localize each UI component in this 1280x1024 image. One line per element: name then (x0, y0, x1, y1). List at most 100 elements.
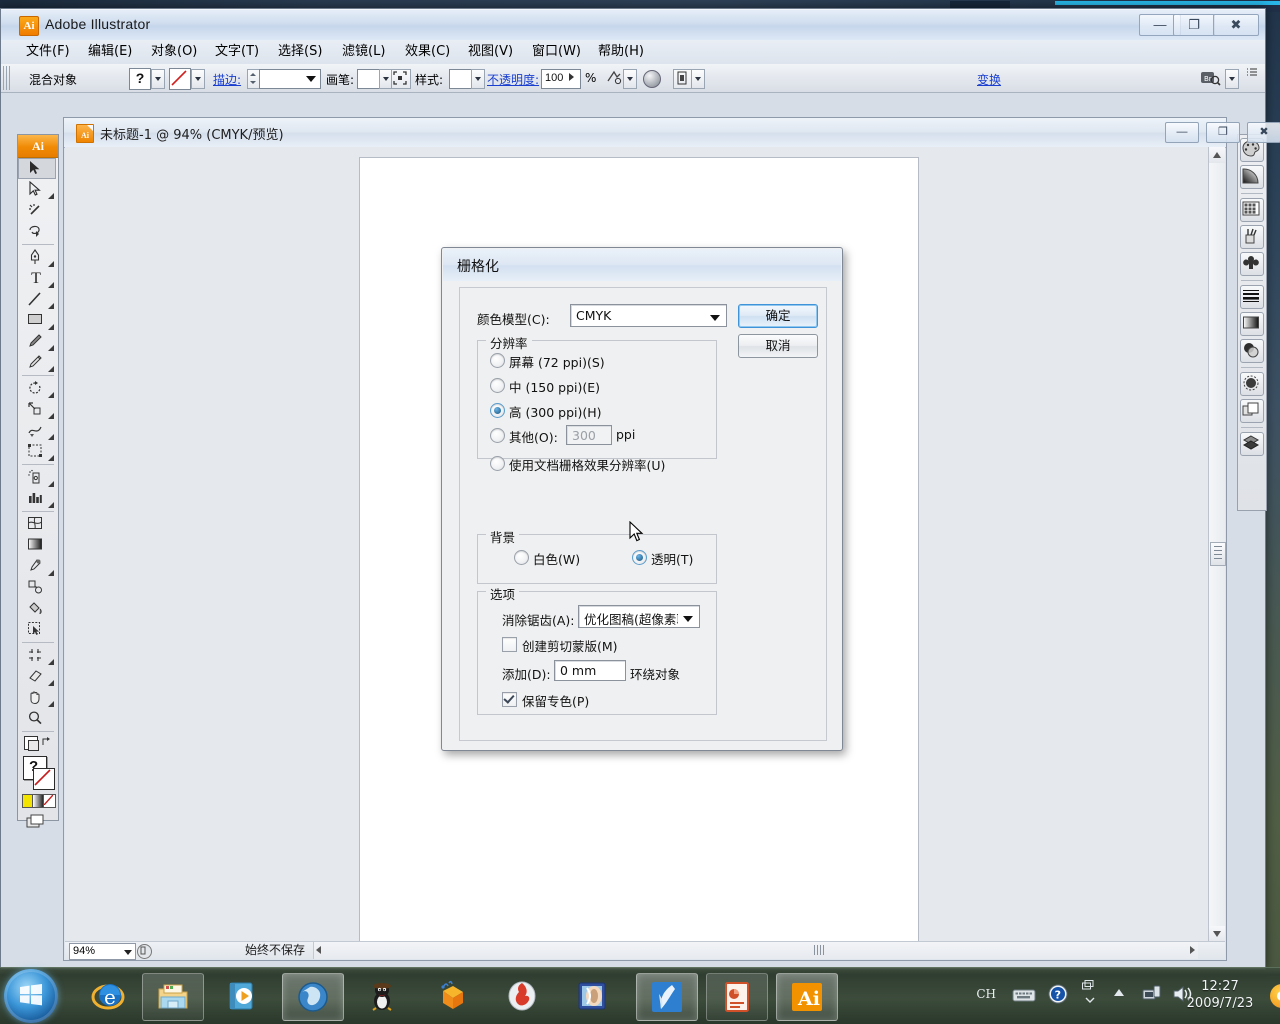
menu-object[interactable]: 对象(O) (146, 43, 202, 61)
ime-indicator[interactable]: CH (976, 987, 996, 1001)
network-icon[interactable] (1142, 985, 1162, 1003)
fill-swatch[interactable]: ? (129, 68, 151, 90)
blend-tool[interactable] (18, 577, 56, 598)
rotate-tool[interactable] (18, 378, 56, 399)
burner-task[interactable] (492, 973, 552, 1019)
horizontal-scroll-thumb[interactable] (814, 945, 828, 955)
screen-mode-icon[interactable] (26, 814, 50, 832)
color-model-combobox[interactable]: CMYK (570, 304, 727, 327)
control-bar-grip[interactable] (3, 66, 12, 90)
default-fill-stroke-icon-2[interactable] (28, 740, 39, 751)
hand-tool[interactable] (18, 687, 56, 708)
swatches-panel-button[interactable] (1240, 198, 1264, 222)
stroke-swatch[interactable] (169, 68, 191, 90)
resolution-high-radio[interactable] (490, 403, 505, 418)
resolution-screen-radio[interactable] (490, 353, 505, 368)
zoom-tool[interactable] (18, 708, 56, 729)
clipping-mask-checkbox[interactable] (502, 637, 517, 652)
paintbrush-tool[interactable] (18, 331, 56, 352)
illustrator-task[interactable]: Ai (776, 973, 838, 1021)
isolate-dropdown-arrow[interactable] (623, 69, 637, 89)
opacity-slider-arrow[interactable] (569, 73, 574, 81)
menu-file[interactable]: 文件(F) (21, 43, 75, 61)
gradient-tool[interactable] (18, 535, 56, 556)
resolution-document-radio[interactable] (490, 456, 505, 471)
app-title-bar[interactable]: Ai Adobe Illustrator — ❐ ✖ (1, 9, 1265, 41)
swap-fill-stroke-icon[interactable] (41, 736, 53, 748)
style-dropdown-arrow[interactable] (471, 69, 485, 89)
free-transform-tool[interactable] (18, 441, 56, 462)
start-button[interactable] (4, 969, 58, 1023)
clock[interactable]: 12:27 2009/7/23 (1176, 978, 1264, 1012)
menu-view[interactable]: 视图(V) (463, 43, 518, 61)
media-player-button[interactable] (212, 973, 272, 1019)
eyedropper-tool[interactable] (18, 556, 56, 577)
app-maximize-button[interactable]: ❐ (1173, 14, 1215, 36)
stroke-label[interactable]: 描边: (213, 71, 241, 88)
show-hidden-icons-icon[interactable] (1112, 988, 1126, 998)
qq-penguin-task[interactable] (352, 973, 412, 1019)
selection-tool[interactable] (18, 158, 56, 179)
none-swatch-button[interactable] (43, 794, 56, 808)
browser-window-task[interactable] (282, 973, 344, 1021)
menu-edit[interactable]: 编辑(E) (83, 43, 137, 61)
help-icon[interactable]: ? (1048, 984, 1068, 1004)
vertical-scrollbar[interactable] (1208, 147, 1226, 942)
appearance-panel-button[interactable] (1240, 372, 1264, 396)
background-white-radio[interactable] (514, 550, 529, 565)
layers-panel-button[interactable] (1240, 432, 1264, 456)
mesh-tool[interactable] (18, 514, 56, 535)
fill-dropdown-arrow[interactable] (151, 69, 165, 89)
status-menu-icon[interactable] (137, 944, 152, 959)
multi-window-icon[interactable] (1082, 980, 1096, 992)
opacity-field[interactable]: 100 (541, 69, 581, 89)
rectangle-tool[interactable] (18, 310, 56, 331)
scroll-down-button[interactable] (1209, 926, 1225, 942)
vertical-scroll-thumb[interactable] (1210, 542, 1226, 566)
live-paint-selection-tool[interactable] (18, 619, 56, 640)
stroke-dropdown-arrow[interactable] (191, 69, 205, 89)
menu-help[interactable]: 帮助(H) (593, 43, 649, 61)
windows-explorer-button[interactable] (142, 973, 204, 1021)
brush-libraries-icon[interactable] (391, 69, 411, 89)
ok-button[interactable]: 确定 (738, 304, 818, 328)
scroll-left-button[interactable] (316, 946, 321, 954)
add-field[interactable]: 0 mm (554, 660, 626, 681)
menu-select[interactable]: 选择(S) (273, 43, 327, 61)
kingsoft-box-task[interactable] (422, 973, 482, 1019)
document-maximize-button[interactable]: ❐ (1206, 122, 1240, 143)
stroke-box[interactable] (33, 768, 55, 790)
tray-expand-chevron-icon[interactable] (1084, 996, 1096, 1004)
kingsoft-task[interactable] (636, 973, 698, 1021)
align-dropdown-arrow[interactable] (691, 69, 705, 89)
toolbox-header[interactable]: Ai (18, 135, 58, 158)
chevron-down-icon[interactable] (705, 306, 725, 325)
transparency-panel-button[interactable] (1240, 339, 1264, 363)
resolution-medium-radio[interactable] (490, 378, 505, 393)
style-field[interactable] (449, 69, 473, 89)
stroke-panel-button[interactable] (1240, 285, 1264, 309)
document-close-button[interactable]: ✖ (1247, 122, 1280, 143)
live-paint-bucket-tool[interactable] (18, 598, 56, 619)
menu-window[interactable]: 窗口(W) (527, 43, 586, 61)
opacity-label[interactable]: 不透明度: (487, 71, 539, 88)
menu-effect[interactable]: 效果(C) (400, 43, 455, 61)
brush-field[interactable] (357, 69, 381, 89)
menu-filter[interactable]: 滤镜(L) (337, 43, 390, 61)
magic-wand-tool[interactable] (18, 200, 56, 221)
chevron-down-icon[interactable] (678, 607, 698, 626)
align-panel-icon[interactable] (673, 69, 693, 89)
zoom-level-combobox[interactable]: 94% (69, 943, 136, 960)
pencil-tool[interactable] (18, 352, 56, 373)
bridge-icon[interactable]: Br (1199, 68, 1221, 88)
column-graph-tool[interactable] (18, 488, 56, 509)
dialog-title-bar[interactable]: 栅格化 (443, 249, 841, 282)
gradient-panel-button[interactable] (1240, 165, 1264, 189)
photo-viewer-task[interactable] (562, 973, 622, 1019)
direct-selection-tool[interactable] (18, 179, 56, 200)
antialias-combobox[interactable]: 优化图稿(超像素取样) (578, 605, 700, 628)
keyboard-icon[interactable] (1012, 986, 1036, 1003)
background-transparent-radio[interactable] (632, 550, 647, 565)
scroll-up-button[interactable] (1209, 147, 1225, 163)
isolate-blending-icon[interactable] (605, 69, 623, 87)
